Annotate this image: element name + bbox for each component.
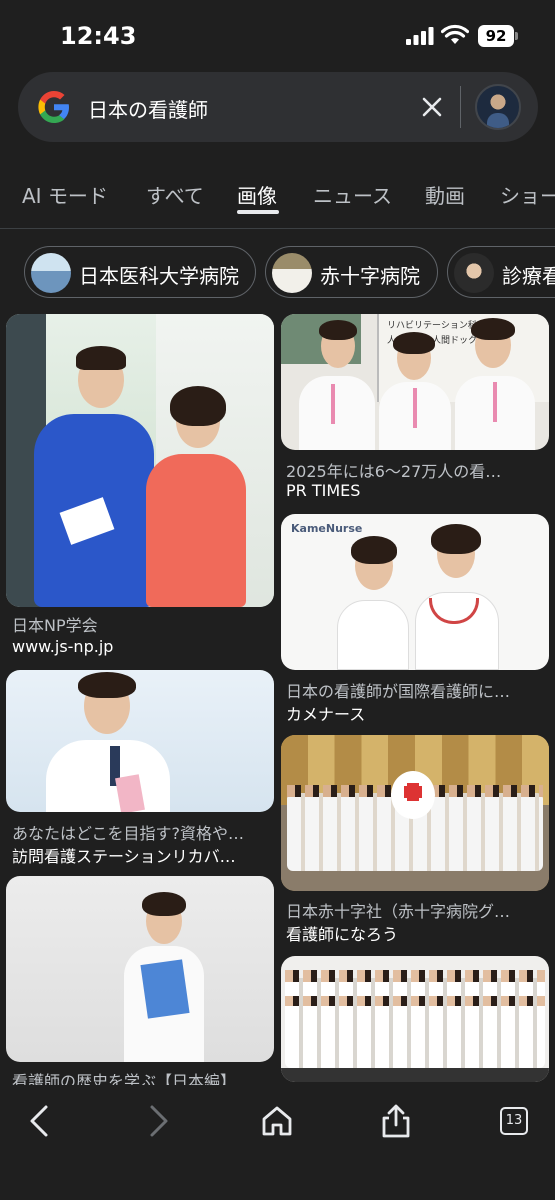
share-icon[interactable] (378, 1103, 414, 1139)
tab-shorts[interactable]: ショー (500, 180, 555, 209)
result-source-2: PR TIMES (286, 481, 361, 500)
result-image-7[interactable] (281, 956, 549, 1082)
wifi-icon (441, 24, 469, 44)
result-image-2[interactable]: リハビリテーション科 人工透析・人間ドック (281, 314, 549, 450)
result-image-5[interactable] (281, 735, 549, 891)
search-divider (460, 86, 461, 128)
browser-toolbar: 13 (0, 1085, 555, 1200)
search-query[interactable]: 日本の看護師 (88, 94, 208, 123)
back-icon[interactable] (22, 1103, 58, 1139)
result-source-5: 看護師になろう (286, 925, 399, 944)
chip-thumbnail (31, 253, 71, 293)
active-tab-indicator (237, 210, 279, 214)
result-image-4[interactable] (6, 670, 274, 812)
result-title-5[interactable]: 日本赤十字社（赤十字病院グ… (286, 898, 548, 922)
chip-nippon-medical-school[interactable]: 日本医科大学病院 (24, 246, 256, 298)
result-title-1[interactable]: 日本NP学会 (12, 612, 274, 636)
tab-news[interactable]: ニュース (313, 180, 392, 209)
google-logo-icon (38, 91, 69, 123)
tab-videos[interactable]: 動画 (425, 180, 465, 209)
kamenurse-logo: KameNurse (291, 522, 363, 535)
result-source-1: www.js-np.jp (12, 637, 114, 656)
status-time: 12:43 (60, 22, 137, 50)
search-tabs: AI モード すべて 画像 ニュース 動画 ショー (0, 168, 555, 224)
tab-ai-mode[interactable]: AI モード (22, 180, 108, 209)
result-image-3[interactable]: KameNurse (281, 514, 549, 670)
battery-level: 92 (478, 25, 514, 47)
result-title-4[interactable]: あなたはどこを目指す?資格や… (12, 820, 274, 844)
status-bar: 12:43 92 (0, 0, 555, 70)
tab-all[interactable]: すべて (146, 180, 204, 209)
chip-label: 赤十字病院 (320, 264, 420, 288)
cellular-signal-icon (406, 27, 434, 45)
forward-icon[interactable] (140, 1103, 176, 1139)
home-icon[interactable] (259, 1103, 295, 1139)
result-image-1[interactable] (6, 314, 274, 607)
chip-label: 日本医科大学病院 (79, 264, 239, 288)
sign-text-1: リハビリテーション科 (387, 321, 477, 331)
result-title-3[interactable]: 日本の看護師が国際看護師に… (286, 678, 548, 702)
tab-switcher-button[interactable]: 13 (500, 1107, 528, 1135)
clear-search-icon[interactable] (416, 91, 448, 123)
related-chips: 日本医科大学病院 赤十字病院 診療看 (0, 246, 555, 298)
search-bar[interactable]: 日本の看護師 (18, 72, 538, 142)
chip-label: 診療看 (502, 264, 555, 288)
tabs-divider (0, 228, 555, 229)
result-source-3: カメナース (286, 705, 366, 724)
result-title-2[interactable]: 2025年には6～27万人の看… (286, 458, 548, 482)
chip-red-cross-hospital[interactable]: 赤十字病院 (265, 246, 438, 298)
chip-thumbnail (272, 253, 312, 293)
chip-thumbnail (454, 253, 494, 293)
account-avatar[interactable] (475, 84, 521, 130)
result-source-4: 訪問看護ステーションリカバ… (12, 847, 236, 866)
result-image-6[interactable] (6, 876, 274, 1062)
battery-icon: 92 (478, 25, 520, 47)
chip-clinical-nurse[interactable]: 診療看 (447, 246, 555, 298)
tab-images[interactable]: 画像 (237, 180, 277, 209)
